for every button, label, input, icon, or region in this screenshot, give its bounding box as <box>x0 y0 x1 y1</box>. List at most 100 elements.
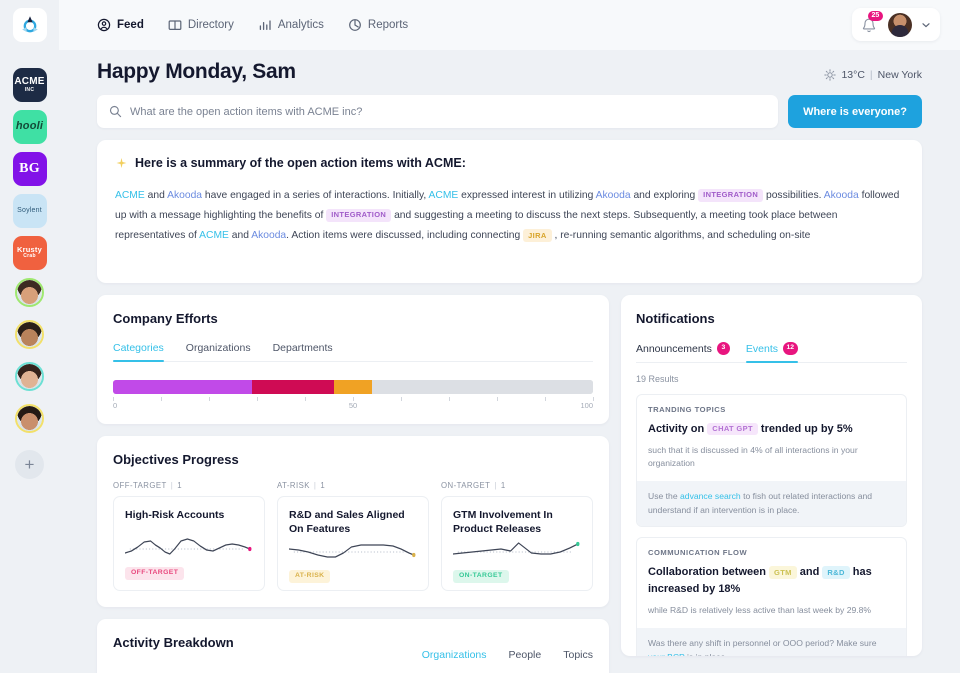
entity-person[interactable]: Akooda <box>251 230 286 241</box>
objective-column-on-target: ON-TARGET | 1 GTM Involvement In Product Re… <box>441 481 593 591</box>
objective-card-title: GTM Involvement In Product Releases <box>453 509 553 536</box>
objective-card[interactable]: High-Risk Accounts OFF-TARGET <box>113 496 265 591</box>
sun-icon <box>824 69 837 81</box>
objective-status: ON-TARGET <box>441 481 491 490</box>
nav-item-analytics[interactable]: Analytics <box>258 18 324 32</box>
axis-tick <box>305 397 306 401</box>
entity-person[interactable]: Akooda <box>596 190 631 201</box>
activity-tab-topics[interactable]: Topics <box>563 649 593 661</box>
page-title: Happy Monday, Sam <box>97 60 296 83</box>
effort-segment-1[interactable] <box>252 380 334 394</box>
text: Was there any shift in personnel or OOO … <box>648 638 877 649</box>
weather-city: New York <box>877 69 922 81</box>
company-efforts-tab-departments[interactable]: Departments <box>273 342 333 361</box>
entity-person[interactable]: Akooda <box>167 190 202 201</box>
avatar-image <box>17 322 42 347</box>
notifications-tab-events[interactable]: Events 12 <box>745 342 798 363</box>
text: is in place. <box>685 652 728 656</box>
objective-card-title: R&D and Sales Aligned On Features <box>289 509 405 536</box>
inline-link[interactable]: your BCP <box>648 652 685 656</box>
tag-pill[interactable]: INTEGRATION <box>326 208 392 222</box>
notifications-tab-label: Announcements <box>636 342 712 355</box>
left-column: Company Efforts Categories Organizations D… <box>97 295 609 673</box>
endpoint-marker <box>248 547 252 552</box>
objective-card[interactable]: R&D and Sales Aligned On Features AT-RISK <box>277 496 429 591</box>
person-avatar[interactable] <box>15 278 44 307</box>
notifications-tabs: Announcements 3 Events 12 <box>636 342 907 363</box>
entity-organization[interactable]: ACME <box>429 190 459 201</box>
workspace-tile-soylent[interactable]: Soylent <box>12 194 47 228</box>
weather-widget: 13°C | New York <box>824 69 922 84</box>
notifications-tab-announcements[interactable]: Announcements 3 <box>636 342 730 362</box>
main-nav: Feed Directory Analytics Reports <box>97 18 408 32</box>
notifications-tab-count: 3 <box>716 342 730 355</box>
sparkle-icon <box>116 157 127 168</box>
tag-pill[interactable]: CHAT GPT <box>707 422 758 436</box>
summary-heading-text: Here is a summary of the open action ite… <box>135 156 466 170</box>
notification-card-body: COMMUNICATION FLOW Collaboration between … <box>637 538 906 628</box>
text: trended up by 5% <box>757 423 853 435</box>
topbar-actions: 25 <box>852 8 940 41</box>
chevron-down-icon[interactable] <box>921 20 931 30</box>
nav-item-label: Reports <box>367 19 409 31</box>
notification-card[interactable]: COMMUNICATION FLOW Collaboration between … <box>636 537 907 656</box>
axis-label-mid: 50 <box>348 401 358 410</box>
nav-item-label: Analytics <box>277 19 324 31</box>
nav-item-reports[interactable]: Reports <box>348 18 408 32</box>
effort-segment-0[interactable] <box>113 380 253 394</box>
person-avatar[interactable] <box>15 362 44 391</box>
effort-segment-2[interactable] <box>333 380 373 394</box>
objective-card[interactable]: GTM Involvement In Product Releases ON-TA… <box>441 496 593 591</box>
person-avatar[interactable] <box>15 404 44 433</box>
objective-count: 1 <box>500 481 506 490</box>
text: Use the <box>648 490 681 501</box>
objective-card-title: High-Risk Accounts <box>125 509 225 521</box>
search-box[interactable] <box>97 95 779 128</box>
notification-kicker: TRANDING TOPICS <box>648 405 726 414</box>
activity-tab-organizations[interactable]: Organizations <box>422 649 487 661</box>
entity-organization[interactable]: ACME <box>115 190 145 201</box>
weather-divider: | <box>869 69 873 81</box>
workspace-tile-acme[interactable]: ACME INC <box>12 68 47 102</box>
add-workspace-button[interactable]: + <box>15 450 44 479</box>
text: and exploring <box>630 190 699 201</box>
entity-person[interactable]: Akooda <box>824 190 859 201</box>
objective-meta: OFF-TARGET | 1 <box>113 481 265 490</box>
entity-organization[interactable]: ACME <box>199 230 229 241</box>
notification-kicker: COMMUNICATION FLOW <box>648 548 748 558</box>
nav-item-feed[interactable]: Feed <box>97 18 144 32</box>
objective-divider: | <box>313 481 317 490</box>
company-efforts-tab-categories[interactable]: Categories <box>113 342 164 362</box>
inline-link[interactable]: advance search <box>680 491 741 501</box>
tag-pill[interactable]: JIRA <box>523 229 552 242</box>
workspace-tile-krusty[interactable]: Krusty Crab <box>12 236 47 270</box>
nav-item-label: Directory <box>187 19 234 31</box>
axis-label-min: 0 <box>113 401 118 410</box>
notification-card[interactable]: TRANDING TOPICS Activity on CHAT GPT tren… <box>636 394 907 528</box>
activity-breakdown-head: Activity Breakdown Organizations People To… <box>113 635 593 661</box>
search-input[interactable] <box>130 105 767 118</box>
workspace-tile-hooli[interactable]: hooli <box>12 110 47 144</box>
activity-breakdown-title: Activity Breakdown <box>113 635 234 650</box>
where-is-everyone-button[interactable]: Where is everyone? <box>788 95 922 128</box>
tag-pill[interactable]: R&D <box>822 566 850 579</box>
workspace-tile-bg[interactable]: BG <box>12 152 47 186</box>
endpoint-marker <box>412 553 416 558</box>
notifications-panel: Notifications Announcements 3 Events 12 19 … <box>621 295 922 656</box>
tag-pill[interactable]: INTEGRATION <box>698 188 764 202</box>
effort-segment-3[interactable] <box>372 380 593 394</box>
notifications-bell-button[interactable]: 25 <box>861 10 883 35</box>
top-bar: Feed Directory Analytics Reports 25 <box>59 0 960 50</box>
person-avatar[interactable] <box>15 320 44 349</box>
user-avatar[interactable] <box>888 12 912 37</box>
activity-tab-people[interactable]: People <box>509 649 542 661</box>
notification-hint: Was there any shift in personnel or OOO … <box>637 628 906 656</box>
sparkline-chart <box>453 542 580 555</box>
company-efforts-tab-organizations[interactable]: Organizations <box>186 342 251 361</box>
app-logo-icon[interactable] <box>12 8 47 42</box>
workspace-sub: Crab <box>23 253 36 260</box>
tag-pill[interactable]: GTM <box>769 566 797 579</box>
nav-item-directory[interactable]: Directory <box>168 18 234 32</box>
notifications-list: TRANDING TOPICS Activity on CHAT GPT tren… <box>636 394 907 656</box>
objective-sparkline <box>125 533 253 559</box>
